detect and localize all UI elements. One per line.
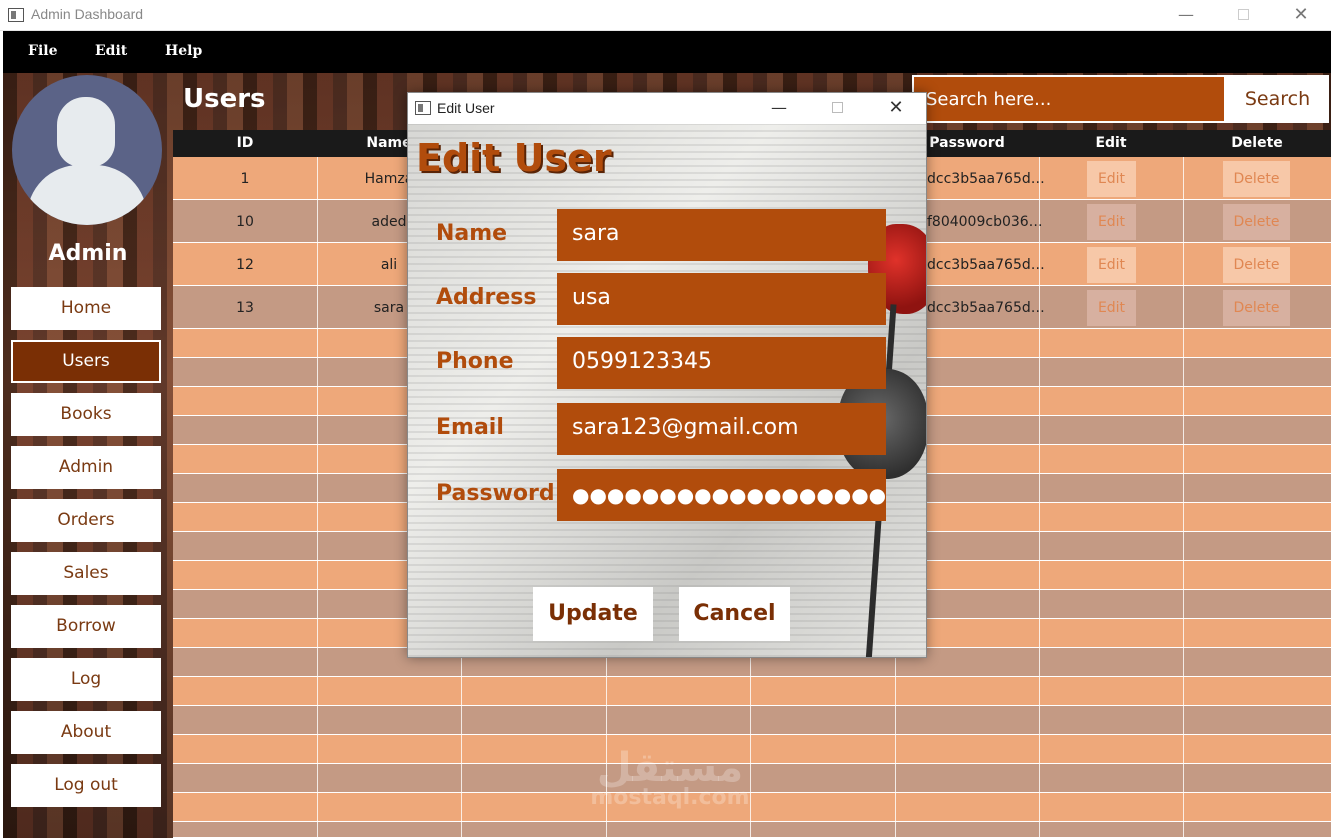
header-delete[interactable]: Delete: [1183, 135, 1331, 151]
sidebar-item-borrow[interactable]: Borrow: [11, 605, 161, 648]
sidebar-item-users[interactable]: Users: [11, 340, 161, 383]
avatar: [12, 75, 162, 225]
search-input[interactable]: Search here...: [912, 75, 1226, 123]
cancel-button[interactable]: Cancel: [679, 587, 790, 641]
edit-button[interactable]: Edit: [1087, 247, 1136, 283]
minimize-icon[interactable]: —: [750, 93, 808, 124]
menu-edit[interactable]: Edit: [95, 43, 127, 59]
delete-button[interactable]: Delete: [1223, 247, 1290, 283]
page-title: Users: [183, 84, 266, 114]
cell-password: dcc3b5aa765d…: [927, 171, 1045, 187]
avatar-head-icon: [57, 97, 115, 167]
minimize-icon[interactable]: —: [1157, 0, 1215, 31]
empty-row: [173, 706, 1331, 735]
header-edit[interactable]: Edit: [1039, 135, 1183, 151]
dialog-titlebar: Edit User — ✕: [408, 93, 926, 124]
sidebar-item-sales[interactable]: Sales: [11, 552, 161, 595]
address-field[interactable]: usa: [557, 273, 886, 325]
main-titlebar: Admin Dashboard — ✕: [0, 0, 1331, 31]
cell-password: dcc3b5aa765d…: [927, 257, 1045, 273]
menu-help[interactable]: Help: [165, 43, 202, 59]
phone-label: Phone: [436, 349, 514, 374]
watermark-latin: mostaql.com: [590, 785, 750, 810]
maximize-icon[interactable]: [808, 93, 866, 124]
delete-button[interactable]: Delete: [1223, 161, 1290, 197]
sidebar-item-orders[interactable]: Orders: [11, 499, 161, 542]
cell-password: dcc3b5aa765d…: [927, 300, 1045, 316]
avatar-body-icon: [27, 165, 147, 225]
close-icon[interactable]: ✕: [1272, 0, 1330, 31]
admin-name: Admin: [48, 241, 128, 266]
empty-row: [173, 677, 1331, 706]
column-divider: [1183, 157, 1184, 838]
maximize-icon[interactable]: [1214, 0, 1272, 31]
password-field[interactable]: ●●●●●●●●●●●●●●●●●●●●: [557, 469, 886, 521]
edit-button[interactable]: Edit: [1087, 161, 1136, 197]
watermark: مستقل mostaql.com: [585, 745, 755, 810]
header-id[interactable]: ID: [173, 135, 317, 151]
edit-button[interactable]: Edit: [1087, 290, 1136, 326]
sidebar-item-admin[interactable]: Admin: [11, 446, 161, 489]
dialog-body: Edit User Name sara Address usa Phone 05…: [408, 124, 926, 657]
delete-button[interactable]: Delete: [1223, 204, 1290, 240]
name-label: Name: [436, 221, 508, 246]
close-icon[interactable]: ✕: [867, 93, 925, 124]
empty-row: [173, 822, 1331, 838]
sidebar-item-home[interactable]: Home: [11, 287, 161, 330]
sidebar-item-logout[interactable]: Log out: [11, 764, 161, 807]
menu-file[interactable]: File: [28, 43, 57, 59]
delete-button[interactable]: Delete: [1223, 290, 1290, 326]
cell-id: 10: [236, 214, 254, 230]
sidebar-item-about[interactable]: About: [11, 711, 161, 754]
dialog-title: Edit User: [437, 100, 495, 116]
window-icon: [8, 8, 24, 22]
window-icon: [415, 101, 431, 115]
cell-password: f804009cb036…: [927, 214, 1043, 230]
sidebar-item-books[interactable]: Books: [11, 393, 161, 436]
phone-field[interactable]: 0599123345: [557, 337, 886, 389]
edit-button[interactable]: Edit: [1087, 204, 1136, 240]
edit-user-dialog: Edit User — ✕ Edit User Name sara Addres…: [407, 92, 927, 658]
sidebar-item-log[interactable]: Log: [11, 658, 161, 701]
cell-id: 1: [240, 171, 250, 187]
dialog-heading: Edit User: [416, 136, 612, 180]
update-button[interactable]: Update: [533, 587, 653, 641]
email-field[interactable]: sara123@gmail.com: [557, 403, 886, 455]
cell-id: 13: [236, 300, 254, 316]
sidebar: Admin Home Users Books Admin Orders Sale…: [3, 73, 173, 838]
menu-bar: File Edit Help: [3, 31, 1331, 73]
cell-id: 12: [236, 257, 254, 273]
password-label: Password: [436, 481, 555, 506]
search-button[interactable]: Search: [1226, 75, 1329, 123]
address-label: Address: [436, 285, 537, 310]
window-title: Admin Dashboard: [31, 6, 144, 22]
email-label: Email: [436, 415, 504, 440]
name-field[interactable]: sara: [557, 209, 886, 261]
